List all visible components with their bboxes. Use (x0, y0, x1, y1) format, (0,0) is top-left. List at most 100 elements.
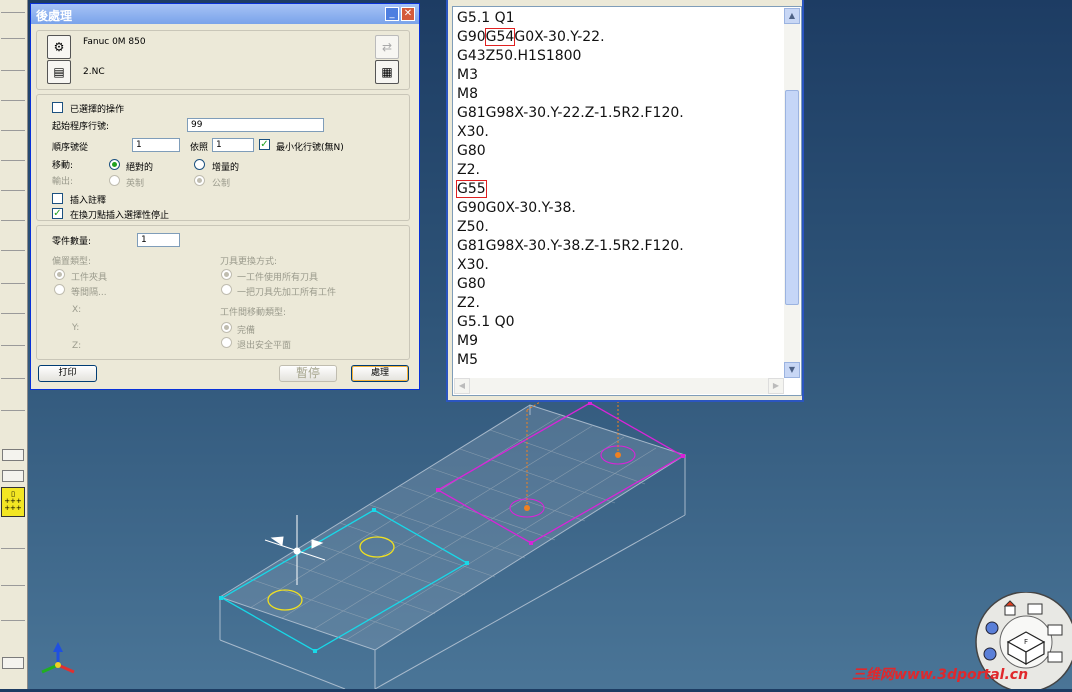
scroll-right-button[interactable]: ▶ (768, 378, 784, 394)
code-line: X30. (457, 257, 489, 273)
absolute-radio[interactable] (109, 159, 120, 170)
tool-change-label: 刀具更換方式: (220, 257, 278, 267)
watermark: 三维网www.3dportal.cn (852, 667, 1029, 683)
code-line: Z2. (457, 295, 480, 311)
machine-name: Fanuc 0M 850 (83, 37, 146, 47)
start-line-input[interactable]: 99 (187, 118, 324, 132)
horizontal-scrollbar[interactable]: ◀ ▶ (454, 378, 784, 394)
array-icon[interactable]: ▯ +++ +++ (1, 487, 25, 517)
process-button[interactable]: 處理 (351, 365, 409, 382)
code-line: M5 (457, 352, 478, 368)
inter-part-opt1-radio[interactable] (221, 322, 232, 333)
optional-stop-label: 在換刀點插入選擇性停止 (70, 211, 170, 221)
parts-group: 零件數量: 1 偏置類型: 工件夾具 等間隔... X: Y: Z: 刀具更換方… (36, 225, 410, 360)
stock-box (218, 404, 687, 689)
code-line: Z2. (457, 162, 480, 178)
minimize-button[interactable]: _ (385, 7, 399, 21)
toolbar-scroll-up-button[interactable] (2, 470, 24, 482)
minimize-lines-label: 最小化行號(無N) (276, 143, 344, 153)
code-line: Z50. (457, 219, 489, 235)
pause-button[interactable]: 暫停 (279, 365, 337, 382)
part-count-label: 零件數量: (52, 237, 92, 247)
nc-code-lines: G5.1 Q1 G90G54G0X-30.Y-22. G43Z50.H1S180… (456, 9, 782, 370)
metric-label: 公制 (212, 179, 231, 189)
inter-part-move-label: 工件間移動類型: (220, 308, 287, 318)
sequence-label: 順序號從 (52, 143, 89, 153)
scroll-thumb[interactable] (785, 90, 799, 305)
print-button[interactable]: 打印 (38, 365, 97, 382)
scroll-up-button[interactable]: ▲ (784, 8, 800, 24)
code-segment: G90 (457, 29, 486, 45)
axis-triad-icon (41, 642, 75, 674)
fixture-label: 工件夾具 (71, 273, 108, 283)
tool-change-opt2-radio[interactable] (221, 284, 232, 295)
machine-group: ⚙ Fanuc 0M 850 ▤ 2.NC ⇄ ▦ (36, 30, 410, 90)
increment-label: 依照 (190, 143, 209, 153)
highlighted-code-g54: G54 (484, 28, 516, 46)
code-line: G81G98X-30.Y-38.Z-1.5R2.F120. (457, 238, 684, 254)
selected-ops-label: 已選擇的操作 (70, 105, 125, 115)
fixture-radio[interactable] (54, 269, 65, 280)
code-line: X30. (457, 124, 489, 140)
code-line: G5.1 Q1 (457, 10, 515, 26)
tool-change-opt1-radio[interactable] (221, 269, 232, 280)
output-file-icon[interactable]: ⇄ (375, 35, 399, 59)
dialog-titlebar[interactable]: 後處理 _ ✕ (31, 4, 419, 24)
sequence-input[interactable]: 1 (132, 138, 180, 152)
inter-part-opt2-radio[interactable] (221, 337, 232, 348)
code-line: G5.1 Q0 (457, 314, 515, 330)
code-line: G43Z50.H1S1800 (457, 48, 582, 64)
code-line: M9 (457, 333, 478, 349)
toolbar-bottom-button[interactable] (2, 657, 24, 669)
toolbar-scroll-down-button[interactable] (2, 449, 24, 461)
svg-text:F: F (1024, 638, 1028, 646)
z-label: Z: (72, 341, 82, 351)
inch-label: 英制 (126, 179, 145, 189)
nc-code-editor[interactable]: G5.1 Q1 G90G54G0X-30.Y-22. G43Z50.H1S180… (452, 6, 802, 396)
inter-part-opt1-label: 完備 (237, 326, 256, 336)
options-group: 已選擇的操作 起始程序行號: 99 順序號從 1 依照 1 ✓ 最小化行號(無N… (36, 94, 410, 221)
code-line: G80 (457, 143, 486, 159)
optional-stop-checkbox[interactable]: ✓ (52, 208, 63, 219)
part-count-input[interactable]: 1 (137, 233, 180, 247)
post-process-dialog: 後處理 _ ✕ ⚙ Fanuc 0M 850 ▤ 2.NC ⇄ ▦ 已選擇的操作… (30, 3, 420, 390)
tool-change-opt1-label: 一工件使用所有刀具 (237, 273, 319, 283)
left-toolbar: ▯ +++ +++ (0, 0, 28, 689)
nc-code-window: G5.1 Q1 G90G54G0X-30.Y-22. G43Z50.H1S180… (446, 0, 804, 402)
code-segment: G0X-30.Y-22. (514, 29, 605, 45)
offset-type-label: 偏置類型: (52, 257, 92, 267)
vertical-scrollbar[interactable]: ▲ ▼ (784, 8, 800, 378)
highlighted-code-g55: G55 (456, 180, 487, 198)
file-icon[interactable]: ▤ (47, 60, 71, 84)
dialog-title: 後處理 (36, 9, 73, 23)
code-line: G55 (456, 180, 782, 199)
start-line-label: 起始程序行號: (52, 122, 110, 132)
metric-radio[interactable] (194, 175, 205, 186)
equal-spacing-label: 等間隔... (71, 288, 107, 298)
minimize-lines-checkbox[interactable]: ✓ (259, 139, 270, 150)
incremental-label: 增量的 (212, 163, 240, 173)
increment-input[interactable]: 1 (212, 138, 254, 152)
move-label: 移動: (52, 161, 74, 171)
code-line: M3 (457, 67, 478, 83)
insert-comment-label: 插入註釋 (70, 196, 107, 206)
scroll-left-button[interactable]: ◀ (454, 378, 470, 394)
output-label: 輸出: (52, 177, 74, 187)
scroll-down-button[interactable]: ▼ (784, 362, 800, 378)
report-icon[interactable]: ▦ (375, 60, 399, 84)
machine-icon[interactable]: ⚙ (47, 35, 71, 59)
code-line: G90G0X-30.Y-38. (457, 200, 576, 216)
y-label: Y: (72, 323, 80, 333)
incremental-radio[interactable] (194, 159, 205, 170)
code-line: G81G98X-30.Y-22.Z-1.5R2.F120. (457, 105, 684, 121)
inch-radio[interactable] (109, 175, 120, 186)
selected-ops-checkbox[interactable] (52, 102, 63, 113)
output-file-name: 2.NC (83, 67, 105, 77)
code-line: G80 (457, 276, 486, 292)
inter-part-opt2-label: 退出安全平面 (237, 341, 292, 351)
close-button[interactable]: ✕ (401, 7, 415, 21)
code-line-with-highlight: G90G54G0X-30.Y-22. (457, 28, 782, 47)
insert-comment-checkbox[interactable] (52, 193, 63, 204)
equal-spacing-radio[interactable] (54, 284, 65, 295)
code-line: M8 (457, 86, 478, 102)
